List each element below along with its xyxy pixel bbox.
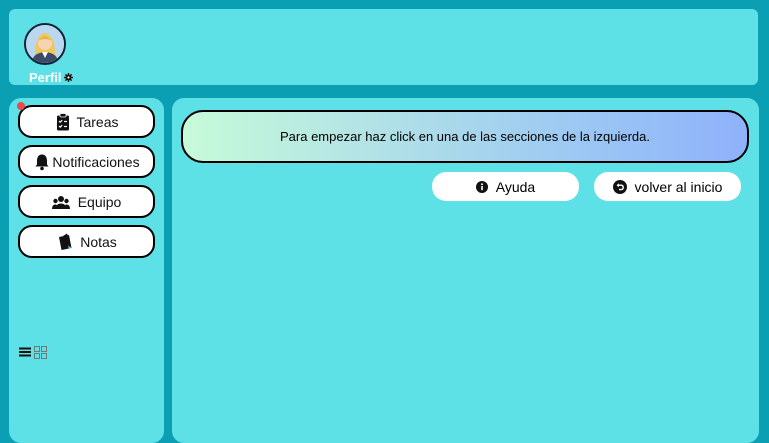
gear-icon[interactable] [63, 73, 73, 82]
bell-icon [35, 154, 49, 170]
sidebar: Tareas Notificaciones Equipo Notas [9, 98, 164, 443]
home-label: volver al inicio [634, 178, 723, 195]
grid-icon[interactable] [34, 346, 47, 359]
welcome-banner: Para empezar haz click en una de las sec… [181, 110, 749, 163]
undo-icon [612, 179, 627, 194]
users-icon [51, 195, 70, 209]
sidebar-item-notificaciones[interactable]: Notificaciones [18, 145, 155, 178]
sidebar-item-label: Equipo [77, 193, 122, 210]
sidebar-item-label: Tareas [76, 113, 119, 130]
notification-dot [17, 102, 25, 110]
profile-link[interactable]: Perfil [29, 70, 73, 85]
sidebar-item-label: Notificaciones [52, 153, 140, 170]
info-icon [475, 180, 488, 193]
home-button[interactable]: volver al inicio [594, 172, 741, 201]
user-avatar-icon [26, 25, 64, 63]
clipboard-check-icon [57, 112, 70, 130]
sidebar-item-tareas[interactable]: Tareas [18, 105, 155, 138]
sidebar-item-label: Notas [80, 233, 117, 250]
profile-label: Perfil [29, 70, 62, 85]
view-toggle [19, 346, 47, 359]
list-icon[interactable] [19, 346, 31, 358]
avatar[interactable] [24, 23, 66, 65]
help-button[interactable]: Ayuda [432, 172, 579, 201]
main-panel: Para empezar haz click en una de las sec… [172, 98, 759, 443]
notes-icon [59, 233, 72, 250]
help-label: Ayuda [495, 178, 536, 195]
sidebar-item-equipo[interactable]: Equipo [18, 185, 155, 218]
header-bar: Perfil [9, 9, 758, 85]
sidebar-item-notas[interactable]: Notas [18, 225, 155, 258]
banner-text: Para empezar haz click en una de las sec… [280, 129, 650, 144]
